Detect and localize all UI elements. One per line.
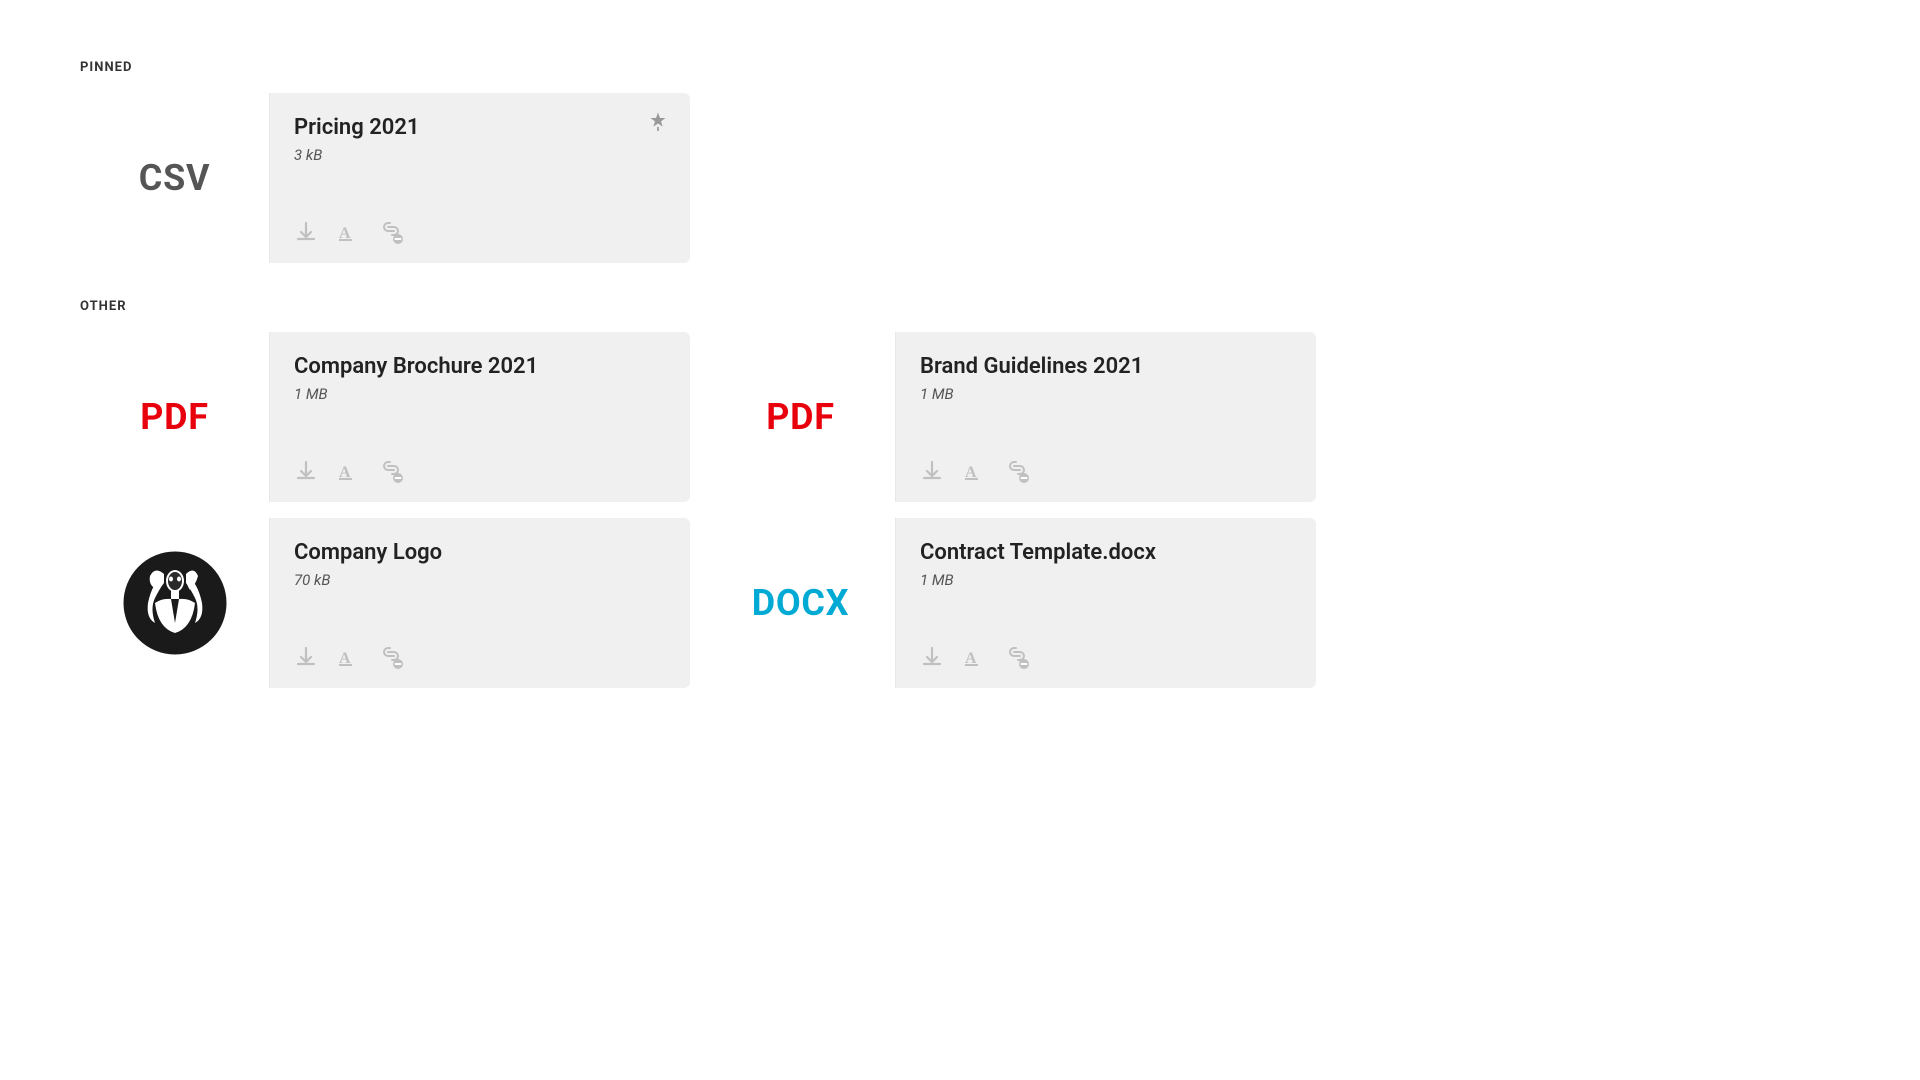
file-info-pricing-2021: Pricing 2021 3 kB A [270, 93, 690, 263]
file-info-company-logo: Company Logo 70 kB A [270, 518, 690, 688]
file-thumb-brand-guidelines-2021: PDF [706, 332, 896, 502]
rename-icon-company-logo[interactable]: A [336, 645, 360, 669]
pinned-cards-grid: CSV Pricing 2021 3 kB A [80, 93, 1840, 263]
file-card-pricing-2021: CSV Pricing 2021 3 kB A [80, 93, 690, 263]
file-name-contract-template: Contract Template.docx [920, 540, 1292, 565]
file-size-contract-template: 1 MB [920, 571, 1292, 589]
file-card-brand-guidelines-2021: PDF Brand Guidelines 2021 1 MB [706, 332, 1316, 502]
file-type-label-pricing-2021: CSV [139, 157, 210, 199]
company-logo-image [120, 548, 230, 658]
download-icon-brand-guidelines[interactable] [920, 459, 944, 483]
section-other-label: OTHER [80, 299, 1840, 314]
file-actions-brand-guidelines-2021: A [920, 458, 1292, 484]
download-icon-company-brochure[interactable] [294, 459, 318, 483]
file-actions-company-brochure-2021: A [294, 458, 666, 484]
download-icon-pricing-2021[interactable] [294, 220, 318, 244]
download-icon-contract-template[interactable] [920, 645, 944, 669]
section-pinned: PINNED CSV Pricing 2021 3 kB [80, 60, 1840, 263]
rename-icon-company-brochure[interactable]: A [336, 459, 360, 483]
file-info-brand-guidelines-2021: Brand Guidelines 2021 1 MB A [896, 332, 1316, 502]
detach-icon-company-logo[interactable] [378, 644, 404, 670]
other-cards-grid: PDF Company Brochure 2021 1 MB [80, 332, 1840, 688]
file-type-label-contract-template: DOCX [752, 582, 850, 624]
file-size-company-brochure-2021: 1 MB [294, 385, 666, 403]
file-thumb-pricing-2021: CSV [80, 93, 270, 263]
file-info-contract-template: Contract Template.docx 1 MB A [896, 518, 1316, 688]
rename-icon-brand-guidelines[interactable]: A [962, 459, 986, 483]
file-name-company-logo: Company Logo [294, 540, 666, 565]
file-card-contract-template: DOCX Contract Template.docx 1 MB [706, 518, 1316, 688]
detach-icon-pricing-2021[interactable] [378, 219, 404, 245]
file-card-company-logo: Company Logo 70 kB A [80, 518, 690, 688]
file-size-company-logo: 70 kB [294, 571, 666, 589]
file-actions-company-logo: A [294, 644, 666, 670]
file-card-company-brochure-2021: PDF Company Brochure 2021 1 MB [80, 332, 690, 502]
file-thumb-contract-template: DOCX [706, 518, 896, 688]
detach-icon-contract-template[interactable] [1004, 644, 1030, 670]
file-size-pricing-2021: 3 kB [294, 146, 666, 164]
file-name-company-brochure-2021: Company Brochure 2021 [294, 354, 666, 379]
file-name-pricing-2021: Pricing 2021 [294, 115, 666, 140]
file-size-brand-guidelines-2021: 1 MB [920, 385, 1292, 403]
download-icon-company-logo[interactable] [294, 645, 318, 669]
file-name-brand-guidelines-2021: Brand Guidelines 2021 [920, 354, 1292, 379]
file-actions-pricing-2021: A [294, 219, 666, 245]
file-thumb-company-brochure-2021: PDF [80, 332, 270, 502]
pin-icon-pricing-2021[interactable] [648, 111, 668, 136]
file-type-label-brand-guidelines: PDF [766, 396, 835, 438]
detach-icon-company-brochure[interactable] [378, 458, 404, 484]
file-type-label-company-brochure: PDF [140, 396, 209, 438]
section-other: OTHER PDF Company Brochure 2021 1 MB [80, 299, 1840, 688]
rename-icon-contract-template[interactable]: A [962, 645, 986, 669]
section-pinned-label: PINNED [80, 60, 1840, 75]
detach-icon-brand-guidelines[interactable] [1004, 458, 1030, 484]
file-info-company-brochure-2021: Company Brochure 2021 1 MB A [270, 332, 690, 502]
file-thumb-company-logo [80, 518, 270, 688]
rename-icon-pricing-2021[interactable]: A [336, 220, 360, 244]
file-actions-contract-template: A [920, 644, 1292, 670]
